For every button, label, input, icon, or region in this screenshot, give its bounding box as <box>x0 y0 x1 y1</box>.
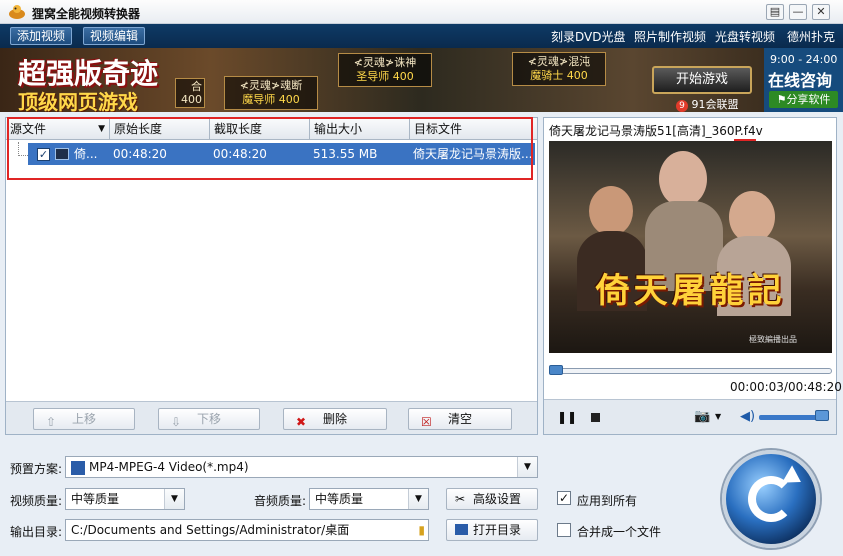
consult-ad[interactable]: 9:00 - 24:00 在线咨询 ⚑分享软件 <box>764 48 843 112</box>
video-caption: 倚天屠龍記 <box>595 271 786 311</box>
move-up-button[interactable]: ⇧ 上移 <box>33 408 135 430</box>
advanced-settings-label: 高级设置 <box>473 492 522 506</box>
snapshot-dropdown-icon[interactable]: ▼ <box>715 412 721 421</box>
stop-icon[interactable] <box>591 413 600 422</box>
pause-icon[interactable]: ❚❚ <box>557 410 577 424</box>
banner-subline: 顶级网页游戏 <box>18 90 138 112</box>
card-level: 魔骑士 400 <box>530 69 588 82</box>
chevron-down-icon[interactable]: ▼ <box>408 489 428 509</box>
video-title: 倚天屠龙记马景涛版51[高清]_360P.f4v <box>549 124 763 138</box>
move-down-label: 下移 <box>196 412 221 426</box>
video-figure <box>589 186 633 236</box>
chevron-down-icon[interactable]: ▼ <box>517 457 537 477</box>
move-down-button[interactable]: ⇩ 下移 <box>158 408 260 430</box>
apply-all-checkbox[interactable]: ✓ <box>557 491 571 505</box>
volume-handle[interactable] <box>815 410 829 421</box>
advanced-settings-button[interactable]: ✂ 高级设置 <box>446 488 538 510</box>
output-dir-label: 输出目录: <box>10 525 63 539</box>
audio-quality-select[interactable]: 中等质量 ▼ <box>309 488 429 510</box>
open-directory-label: 打开目录 <box>473 523 522 537</box>
folder-icon <box>455 524 468 535</box>
delete-button[interactable]: ✖ 删除 <box>283 408 387 430</box>
video-quality-select[interactable]: 中等质量 ▼ <box>65 488 185 510</box>
banner-partial-card: 合 400 <box>175 78 205 108</box>
preset-value: MP4-MPEG-4 Video(*.mp4) <box>89 460 249 474</box>
app-logo-icon <box>8 4 26 20</box>
playback-time: 00:00:03/00:48:20 <box>730 380 842 394</box>
consult-title: 在线咨询 <box>768 71 833 90</box>
highlight-box <box>7 117 533 180</box>
convert-button[interactable] <box>722 450 820 548</box>
video-watermark: 極致編播出品 <box>749 335 797 344</box>
chevron-down-icon[interactable]: ▼ <box>164 489 184 509</box>
audio-quality-value: 中等质量 <box>315 492 364 506</box>
banner-partial-level: 400 <box>181 93 202 106</box>
video-quality-value: 中等质量 <box>71 492 120 506</box>
card-level: 魔导师 400 <box>242 93 300 106</box>
title-bar: 狸窝全能视频转换器 ▤ — ✕ <box>0 0 843 24</box>
banner-card: ≮灵魂≯混沌 魔骑士 400 <box>512 52 606 86</box>
union-logo-icon: 9 <box>676 100 688 112</box>
share-software-button[interactable]: ⚑分享软件 <box>769 91 838 108</box>
open-directory-button[interactable]: 打开目录 <box>446 519 538 541</box>
minimize-button[interactable]: — <box>789 4 807 20</box>
clear-button[interactable]: ☒ 清空 <box>408 408 512 430</box>
preset-select[interactable]: MP4-MPEG-4 Video(*.mp4) ▼ <box>65 456 538 478</box>
merge-files-label: 合并成一个文件 <box>577 525 662 539</box>
list-toolbar: ⇧ 上移 ⇩ 下移 ✖ 删除 ☒ 清空 <box>6 401 537 434</box>
output-dir-field[interactable]: C:/Documents and Settings/Administrator/… <box>65 519 429 541</box>
clear-label: 清空 <box>447 412 472 426</box>
share-icon: ⚑ <box>776 93 787 106</box>
banner-card: ≮灵魂≯诛神 圣导师 400 <box>338 53 432 87</box>
union-text: 91会联盟 <box>691 98 739 111</box>
video-figure <box>659 151 707 207</box>
close-button[interactable]: ✕ <box>812 4 830 20</box>
move-up-label: 上移 <box>71 412 96 426</box>
seek-handle[interactable] <box>549 365 564 375</box>
start-game-button[interactable]: 开始游戏 <box>652 66 752 94</box>
preset-label: 预置方案: <box>10 462 63 476</box>
seek-bar[interactable] <box>549 368 832 374</box>
delete-label: 删除 <box>322 412 347 426</box>
texas-poker-link[interactable]: 德州扑克 <box>787 28 835 45</box>
share-label: 分享软件 <box>786 93 831 106</box>
snapshot-camera-icon[interactable]: 📷 <box>694 409 710 424</box>
nav-bar: 添加视频 视频编辑 刻录DVD光盘 照片制作视频 光盘转视频 德州扑克 <box>0 24 843 48</box>
video-preview[interactable]: 倚天屠龍記 極致編播出品 <box>549 141 832 353</box>
apply-all-label: 应用到所有 <box>577 494 638 508</box>
photo-video-link[interactable]: 照片制作视频 <box>634 28 706 45</box>
browse-folder-icon[interactable]: ▮ <box>418 520 425 540</box>
banner-card: ≮灵魂≯魂断 魔导师 400 <box>224 76 318 110</box>
volume-icon[interactable]: ◀) <box>740 409 755 424</box>
app-title: 狸窝全能视频转换器 <box>32 7 141 21</box>
video-format-icon <box>71 460 85 475</box>
union-label: 9 91会联盟 <box>676 96 739 112</box>
burn-dvd-link[interactable]: 刻录DVD光盘 <box>551 28 625 45</box>
card-name: ≮灵魂≯混沌 <box>527 55 591 68</box>
add-video-tab[interactable]: 添加视频 <box>10 27 73 45</box>
consult-hours: 9:00 - 24:00 <box>770 53 838 66</box>
ad-banner[interactable]: 合 400 超强版奇迹 顶级网页游戏 ≮灵魂≯魂断 魔导师 400 ≮灵魂≯诛神… <box>0 48 843 112</box>
banner-partial-text: 合 <box>191 80 202 93</box>
video-quality-label: 视频质量: <box>10 494 63 508</box>
player-controls: ❚❚ 📷 ▼ ◀) <box>544 399 836 434</box>
audio-quality-label: 音频质量: <box>254 494 307 508</box>
video-edit-tab[interactable]: 视频编辑 <box>83 27 146 45</box>
card-name: ≮灵魂≯魂断 <box>239 79 303 92</box>
preview-panel: 倚天屠龙记马景涛版51[高清]_360P.f4v 倚天屠龍記 極致編播出品 00… <box>543 117 842 435</box>
menu-button[interactable]: ▤ <box>766 4 784 20</box>
card-level: 圣导师 400 <box>356 70 414 83</box>
merge-files-checkbox[interactable] <box>557 523 571 537</box>
output-dir-value: C:/Documents and Settings/Administrator/… <box>71 523 350 537</box>
tools-icon: ✂ <box>455 492 466 506</box>
card-name: ≮灵魂≯诛神 <box>353 56 417 69</box>
disc-to-video-link[interactable]: 光盘转视频 <box>715 28 775 45</box>
